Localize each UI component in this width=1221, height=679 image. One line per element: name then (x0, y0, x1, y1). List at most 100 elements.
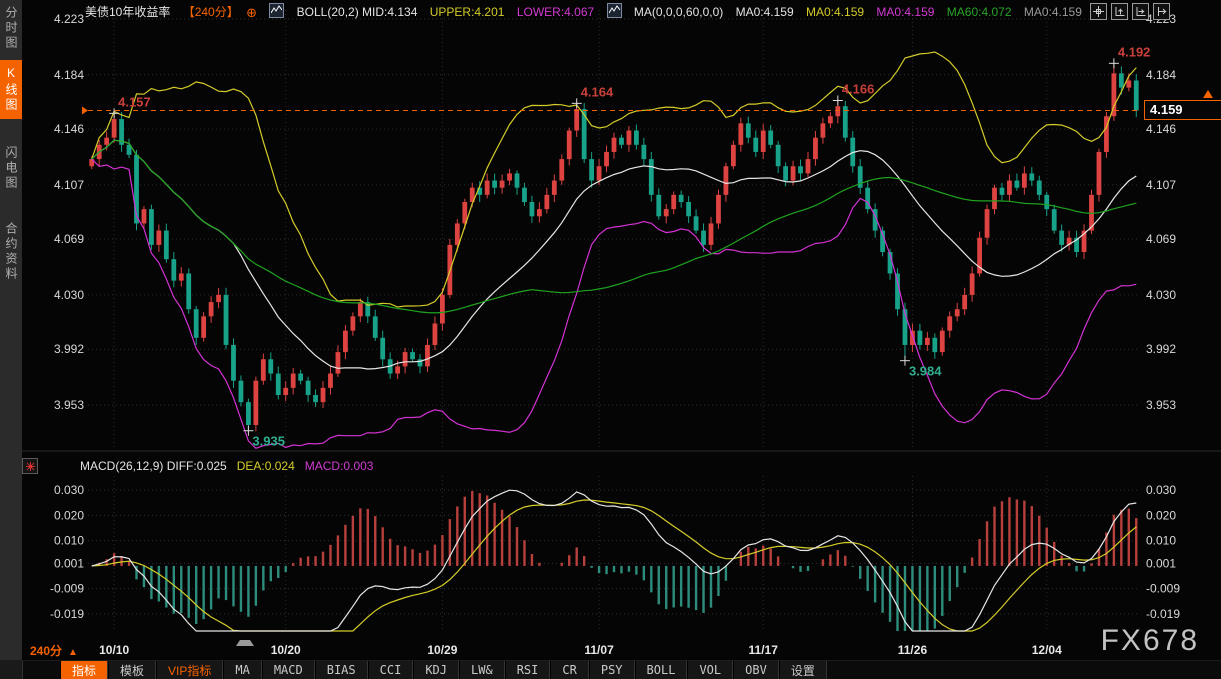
macd-hist-bar (643, 566, 645, 580)
toolbar-button-vip-indicator[interactable]: VIP指标 (156, 661, 223, 679)
macd-hist-bar (329, 545, 331, 566)
candle-body (1007, 181, 1012, 195)
ma-indicator-icon[interactable] (607, 3, 622, 18)
candle-body (373, 316, 378, 337)
candle-body (649, 159, 654, 195)
candle-body (798, 166, 803, 173)
y-axis-label-left: 4.223 (54, 12, 84, 26)
sidebar-tab-time-chart[interactable]: 分时图 (0, 6, 22, 51)
price-annotation: 4.164 (581, 84, 614, 99)
candle-body (246, 402, 251, 425)
y-axis-label-left: 4.107 (54, 178, 84, 192)
toolbar-button-vol[interactable]: VOL (687, 661, 733, 679)
toolbar-button-obv[interactable]: OBV (733, 661, 779, 679)
axis-zoom-up-icon[interactable] (1111, 3, 1128, 20)
macd-hist-bar (374, 516, 376, 566)
toolbar-button-settings[interactable]: 设置 (779, 661, 827, 679)
macd-hist-bar (971, 557, 973, 565)
toolbar-button-psy[interactable]: PSY (589, 661, 635, 679)
candle-body (142, 209, 147, 223)
toolbar-button-rsi[interactable]: RSI (505, 661, 551, 679)
boll-upper-readout: UPPER:4.201 (430, 5, 505, 19)
macd-hist-bar (180, 566, 182, 613)
candle-body (186, 273, 191, 309)
macd-axis-label-right: 0.020 (1146, 508, 1176, 522)
candle-body (641, 145, 646, 159)
candle-body (962, 295, 967, 309)
macd-hist-bar (404, 546, 406, 566)
macd-hist-bar (396, 545, 398, 566)
candle-body (724, 166, 729, 195)
x-axis-date-label: 11/07 (584, 643, 614, 657)
indicator-toolbar: 指标 模板 VIP指标 MA MACD BIAS CCI KDJ LW& RSI… (0, 660, 1221, 679)
candle-body (753, 138, 758, 152)
toolbar-button-indicator[interactable]: 指标 (60, 661, 108, 679)
toolbar-button-lw[interactable]: LW& (459, 661, 505, 679)
toolbar-button-boll[interactable]: BOLL (635, 661, 688, 679)
macd-hist-bar (762, 546, 764, 566)
macd-hist-bar (777, 556, 779, 565)
sidebar-tab-kline-chart[interactable]: K线图 (0, 60, 22, 119)
macd-hist-bar (598, 566, 600, 573)
macd-hist-bar (590, 566, 592, 568)
candle-body (350, 316, 355, 330)
candle-body (201, 316, 206, 337)
macd-readout: MACD:0.003 (305, 459, 374, 473)
candle-body (224, 295, 229, 345)
ma0-readout-3: MA0:4.159 (876, 5, 934, 19)
crosshair-icon[interactable] (1090, 3, 1107, 20)
macd-settings-icon[interactable] (22, 458, 38, 474)
period-label: 【240分】 (183, 5, 239, 19)
candle-body (433, 324, 438, 345)
add-indicator-icon[interactable]: ⊕ (246, 5, 257, 20)
candle-body (283, 388, 288, 395)
macd-hist-bar (225, 566, 227, 600)
macd-hist-bar (747, 547, 749, 566)
pan-right-icon[interactable] (1153, 3, 1170, 20)
x-axis-date-label: 12/04 (1032, 643, 1062, 657)
candle-body (216, 295, 221, 302)
macd-hist-bar (680, 566, 682, 607)
candle-body (507, 173, 512, 180)
candle-body (925, 338, 930, 345)
macd-axis-label-left: 0.020 (54, 508, 84, 522)
macd-hist-bar (613, 566, 615, 572)
macd-hist-bar (1008, 497, 1010, 566)
toolbar-button-ma[interactable]: MA (223, 661, 261, 679)
candle-body (239, 381, 244, 402)
candle-body (410, 352, 415, 359)
toolbar-button-template[interactable]: 模板 (108, 661, 156, 679)
toolbar-button-macd[interactable]: MACD (262, 661, 315, 679)
macd-hist-bar (672, 566, 674, 608)
toolbar-button-cr[interactable]: CR (550, 661, 588, 679)
boll-indicator-icon[interactable] (269, 3, 284, 18)
macd-axis-label-right: 0.030 (1146, 483, 1176, 497)
chart-canvas[interactable]: 4.2234.2234.1844.1844.1464.1464.1074.107… (0, 0, 1221, 679)
ma0-readout-1: MA0:4.159 (736, 5, 794, 19)
macd-hist-bar (262, 566, 264, 591)
toolbar-button-cci[interactable]: CCI (368, 661, 414, 679)
macd-hist-bar (710, 566, 712, 608)
axis-zoom-right-icon[interactable] (1132, 3, 1149, 20)
candle-body (306, 381, 311, 395)
macd-hist-bar (1038, 516, 1040, 566)
sidebar-tab-flash-chart[interactable]: 闪电图 (0, 146, 22, 191)
macd-hist-bar (1120, 510, 1122, 566)
candle-body (604, 152, 609, 166)
toolbar-button-kdj[interactable]: KDJ (413, 661, 459, 679)
sidebar-tab-contract-info[interactable]: 合约资料 (0, 222, 22, 282)
y-axis-label-left: 3.992 (54, 342, 84, 356)
price-annotation: 4.157 (118, 94, 151, 109)
candle-body (619, 138, 624, 145)
macd-hist-bar (859, 566, 861, 579)
timeframe-selector[interactable]: 240分▲ (30, 642, 78, 659)
candle-body (1022, 173, 1027, 187)
candle-body (380, 338, 385, 359)
candle-body (1126, 80, 1131, 87)
candle-body (589, 159, 594, 180)
macd-hist-bar (270, 566, 272, 581)
toolbar-button-bias[interactable]: BIAS (315, 661, 368, 679)
candle-body (806, 159, 811, 173)
candle-body (328, 374, 333, 388)
candle-body (261, 359, 266, 380)
